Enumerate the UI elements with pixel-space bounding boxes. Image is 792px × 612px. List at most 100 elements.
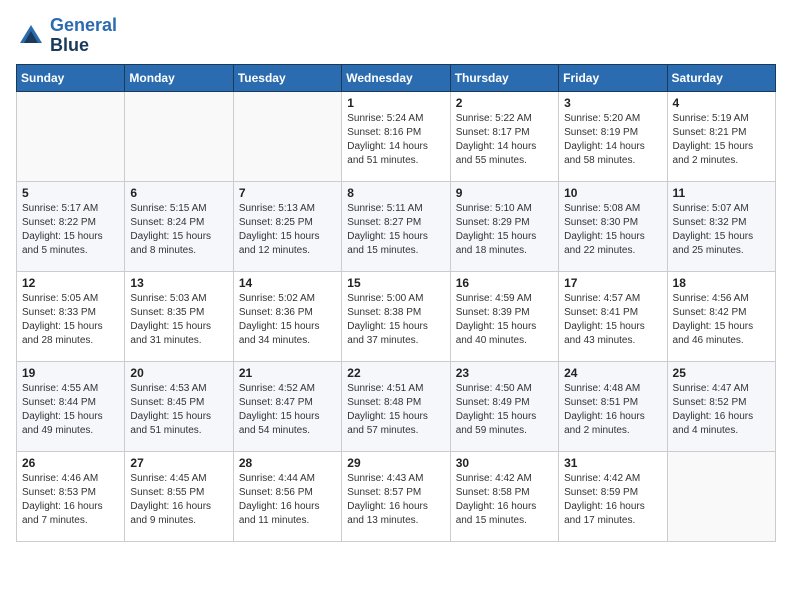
day-info: Sunrise: 5:15 AM Sunset: 8:24 PM Dayligh… <box>130 202 227 258</box>
calendar-cell: 8Sunrise: 5:11 AM Sunset: 8:27 PM Daylig… <box>342 181 450 271</box>
day-info: Sunrise: 4:56 AM Sunset: 8:42 PM Dayligh… <box>673 292 770 348</box>
day-info: Sunrise: 4:43 AM Sunset: 8:57 PM Dayligh… <box>347 472 444 528</box>
calendar-cell <box>125 91 233 181</box>
day-info: Sunrise: 4:55 AM Sunset: 8:44 PM Dayligh… <box>22 382 119 438</box>
calendar-cell: 7 Sunrise: 5:13 AM Sunset: 8:25 PM Daylig… <box>233 181 341 271</box>
day-number: 5 <box>22 186 119 200</box>
calendar-cell: 31 Sunrise: 4:42 AM Sunset: 8:59 PM Dayli… <box>559 451 667 541</box>
day-number: 3 <box>564 96 661 110</box>
calendar-header-row: SundayMondayTuesdayWednesdayThursdayFrid… <box>17 64 776 91</box>
calendar-cell: 23Sunrise: 4:50 AM Sunset: 8:49 PM Dayli… <box>450 361 558 451</box>
day-number: 9 <box>456 186 553 200</box>
calendar-week-row: 1 Sunrise: 5:24 AM Sunset: 8:16 PM Daylig… <box>17 91 776 181</box>
day-number: 31 <box>564 456 661 470</box>
calendar-cell: 27 Sunrise: 4:45 AM Sunset: 8:55 PM Dayli… <box>125 451 233 541</box>
calendar-cell <box>233 91 341 181</box>
day-info: Sunrise: 5:24 AM Sunset: 8:16 PM Dayligh… <box>347 112 444 168</box>
day-info: Sunrise: 5:22 AM Sunset: 8:17 PM Dayligh… <box>456 112 553 168</box>
day-info: Sunrise: 5:07 AM Sunset: 8:32 PM Dayligh… <box>673 202 770 258</box>
day-info: Sunrise: 5:13 AM Sunset: 8:25 PM Dayligh… <box>239 202 336 258</box>
day-number: 11 <box>673 186 770 200</box>
day-number: 8 <box>347 186 444 200</box>
weekday-header: Thursday <box>450 64 558 91</box>
day-number: 13 <box>130 276 227 290</box>
day-number: 7 <box>239 186 336 200</box>
day-number: 18 <box>673 276 770 290</box>
calendar-cell: 13Sunrise: 5:03 AM Sunset: 8:35 PM Dayli… <box>125 271 233 361</box>
calendar-cell: 5 Sunrise: 5:17 AM Sunset: 8:22 PM Daylig… <box>17 181 125 271</box>
weekday-header: Wednesday <box>342 64 450 91</box>
day-number: 2 <box>456 96 553 110</box>
day-info: Sunrise: 5:10 AM Sunset: 8:29 PM Dayligh… <box>456 202 553 258</box>
calendar-cell: 25 Sunrise: 4:47 AM Sunset: 8:52 PM Dayli… <box>667 361 775 451</box>
day-info: Sunrise: 5:00 AM Sunset: 8:38 PM Dayligh… <box>347 292 444 348</box>
day-info: Sunrise: 4:42 AM Sunset: 8:59 PM Dayligh… <box>564 472 661 528</box>
day-number: 30 <box>456 456 553 470</box>
weekday-header: Saturday <box>667 64 775 91</box>
day-info: Sunrise: 4:52 AM Sunset: 8:47 PM Dayligh… <box>239 382 336 438</box>
day-number: 20 <box>130 366 227 380</box>
calendar-cell: 9 Sunrise: 5:10 AM Sunset: 8:29 PM Daylig… <box>450 181 558 271</box>
logo-icon <box>16 21 46 51</box>
calendar-cell: 14 Sunrise: 5:02 AM Sunset: 8:36 PM Dayli… <box>233 271 341 361</box>
day-number: 15 <box>347 276 444 290</box>
day-number: 1 <box>347 96 444 110</box>
day-info: Sunrise: 4:47 AM Sunset: 8:52 PM Dayligh… <box>673 382 770 438</box>
weekday-header: Monday <box>125 64 233 91</box>
day-number: 14 <box>239 276 336 290</box>
page-header: General Blue <box>16 16 776 56</box>
calendar-cell: 18 Sunrise: 4:56 AM Sunset: 8:42 PM Dayli… <box>667 271 775 361</box>
day-info: Sunrise: 4:42 AM Sunset: 8:58 PM Dayligh… <box>456 472 553 528</box>
calendar-cell: 10 Sunrise: 5:08 AM Sunset: 8:30 PM Dayli… <box>559 181 667 271</box>
calendar-cell: 11 Sunrise: 5:07 AM Sunset: 8:32 PM Dayli… <box>667 181 775 271</box>
day-info: Sunrise: 4:57 AM Sunset: 8:41 PM Dayligh… <box>564 292 661 348</box>
day-info: Sunrise: 4:44 AM Sunset: 8:56 PM Dayligh… <box>239 472 336 528</box>
day-info: Sunrise: 4:48 AM Sunset: 8:51 PM Dayligh… <box>564 382 661 438</box>
calendar-cell: 3Sunrise: 5:20 AM Sunset: 8:19 PM Daylig… <box>559 91 667 181</box>
day-info: Sunrise: 5:17 AM Sunset: 8:22 PM Dayligh… <box>22 202 119 258</box>
day-number: 28 <box>239 456 336 470</box>
logo-text: General Blue <box>50 16 117 56</box>
day-info: Sunrise: 4:45 AM Sunset: 8:55 PM Dayligh… <box>130 472 227 528</box>
calendar-week-row: 19 Sunrise: 4:55 AM Sunset: 8:44 PM Dayli… <box>17 361 776 451</box>
calendar-cell: 22Sunrise: 4:51 AM Sunset: 8:48 PM Dayli… <box>342 361 450 451</box>
calendar-cell: 26 Sunrise: 4:46 AM Sunset: 8:53 PM Dayli… <box>17 451 125 541</box>
calendar-week-row: 12Sunrise: 5:05 AM Sunset: 8:33 PM Dayli… <box>17 271 776 361</box>
day-info: Sunrise: 4:59 AM Sunset: 8:39 PM Dayligh… <box>456 292 553 348</box>
calendar-cell: 30 Sunrise: 4:42 AM Sunset: 8:58 PM Dayli… <box>450 451 558 541</box>
calendar-cell: 1 Sunrise: 5:24 AM Sunset: 8:16 PM Daylig… <box>342 91 450 181</box>
calendar-cell: 2 Sunrise: 5:22 AM Sunset: 8:17 PM Daylig… <box>450 91 558 181</box>
weekday-header: Sunday <box>17 64 125 91</box>
day-info: Sunrise: 4:53 AM Sunset: 8:45 PM Dayligh… <box>130 382 227 438</box>
calendar-cell: 6Sunrise: 5:15 AM Sunset: 8:24 PM Daylig… <box>125 181 233 271</box>
day-info: Sunrise: 4:46 AM Sunset: 8:53 PM Dayligh… <box>22 472 119 528</box>
logo: General Blue <box>16 16 117 56</box>
day-info: Sunrise: 4:50 AM Sunset: 8:49 PM Dayligh… <box>456 382 553 438</box>
weekday-header: Friday <box>559 64 667 91</box>
weekday-header: Tuesday <box>233 64 341 91</box>
day-number: 19 <box>22 366 119 380</box>
day-number: 4 <box>673 96 770 110</box>
calendar-cell: 21 Sunrise: 4:52 AM Sunset: 8:47 PM Dayli… <box>233 361 341 451</box>
day-number: 26 <box>22 456 119 470</box>
calendar-table: SundayMondayTuesdayWednesdayThursdayFrid… <box>16 64 776 542</box>
calendar-body: 1 Sunrise: 5:24 AM Sunset: 8:16 PM Daylig… <box>17 91 776 541</box>
day-number: 24 <box>564 366 661 380</box>
day-number: 21 <box>239 366 336 380</box>
calendar-cell <box>667 451 775 541</box>
day-number: 25 <box>673 366 770 380</box>
day-number: 17 <box>564 276 661 290</box>
day-number: 27 <box>130 456 227 470</box>
day-info: Sunrise: 5:05 AM Sunset: 8:33 PM Dayligh… <box>22 292 119 348</box>
calendar-week-row: 5 Sunrise: 5:17 AM Sunset: 8:22 PM Daylig… <box>17 181 776 271</box>
day-info: Sunrise: 5:02 AM Sunset: 8:36 PM Dayligh… <box>239 292 336 348</box>
calendar-cell: 15 Sunrise: 5:00 AM Sunset: 8:38 PM Dayli… <box>342 271 450 361</box>
calendar-cell: 24 Sunrise: 4:48 AM Sunset: 8:51 PM Dayli… <box>559 361 667 451</box>
day-info: Sunrise: 4:51 AM Sunset: 8:48 PM Dayligh… <box>347 382 444 438</box>
calendar-cell: 20 Sunrise: 4:53 AM Sunset: 8:45 PM Dayli… <box>125 361 233 451</box>
calendar-cell: 17 Sunrise: 4:57 AM Sunset: 8:41 PM Dayli… <box>559 271 667 361</box>
day-number: 29 <box>347 456 444 470</box>
calendar-cell: 28 Sunrise: 4:44 AM Sunset: 8:56 PM Dayli… <box>233 451 341 541</box>
day-number: 10 <box>564 186 661 200</box>
day-info: Sunrise: 5:08 AM Sunset: 8:30 PM Dayligh… <box>564 202 661 258</box>
